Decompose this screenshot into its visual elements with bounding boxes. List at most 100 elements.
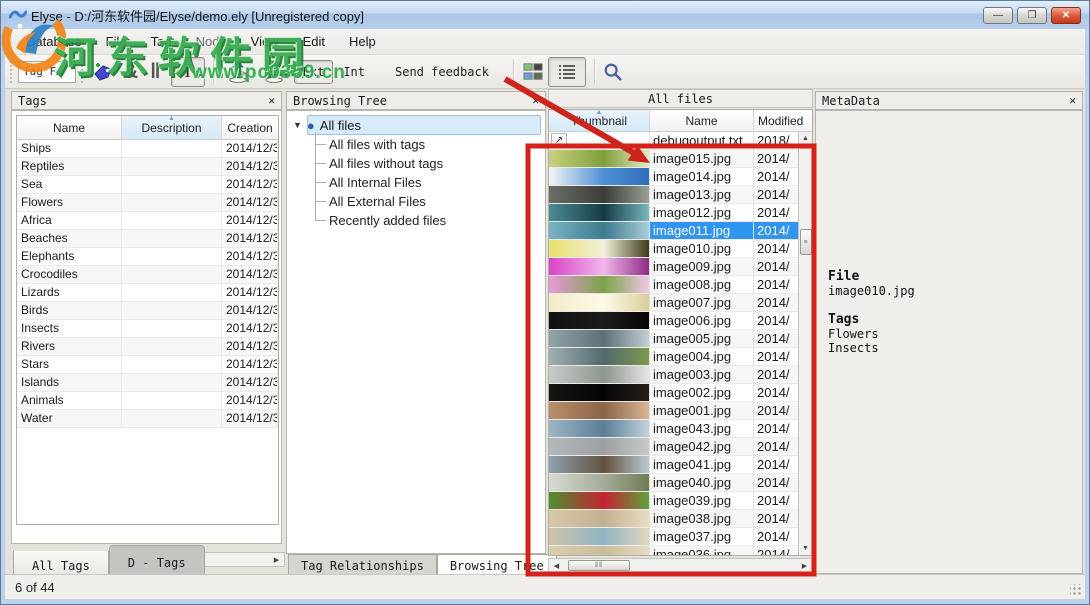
tag-row[interactable]: Rivers2014/12/3 bbox=[17, 338, 278, 356]
file-row[interactable]: image043.jpg2014/ bbox=[549, 420, 798, 438]
scrollbar-thumb[interactable]: ⦀⦀ bbox=[568, 560, 630, 571]
tree-item[interactable]: Recently added files bbox=[311, 211, 545, 230]
scroll-right-icon[interactable]: ▶ bbox=[797, 559, 812, 572]
metadata-close-icon[interactable]: ✕ bbox=[1069, 94, 1076, 107]
toolbar-grip[interactable] bbox=[80, 60, 85, 84]
tree-item[interactable]: All files without tags bbox=[311, 154, 545, 173]
file-row[interactable]: image036.jpg2014/ bbox=[549, 546, 798, 555]
file-row[interactable]: image002.jpg2014/ bbox=[549, 384, 798, 402]
tag-row[interactable]: Beaches2014/12/3 bbox=[17, 230, 278, 248]
file-row[interactable]: image008.jpg2014/ bbox=[549, 276, 798, 294]
file-row[interactable]: image007.jpg2014/ bbox=[549, 294, 798, 312]
scroll-right-icon[interactable]: ▶ bbox=[269, 553, 284, 566]
file-row[interactable]: image011.jpg2014/ bbox=[549, 222, 798, 240]
tag-row[interactable]: Stars2014/12/3 bbox=[17, 356, 278, 374]
tag-row[interactable]: Birds2014/12/3 bbox=[17, 302, 278, 320]
tag-row[interactable]: Crocodiles2014/12/3 bbox=[17, 266, 278, 284]
tag-row[interactable]: Reptiles2014/12/3 bbox=[17, 158, 278, 176]
close-button[interactable]: ✕ bbox=[1051, 7, 1081, 24]
menu-tag[interactable]: Tag bbox=[140, 31, 183, 52]
tags-column-creation[interactable]: Creation bbox=[222, 116, 278, 139]
menu-edit[interactable]: Edit bbox=[292, 31, 336, 52]
files-column-modified[interactable]: Modified bbox=[754, 110, 812, 131]
file-row[interactable]: image001.jpg2014/ bbox=[549, 402, 798, 420]
file-row[interactable]: image010.jpg2014/ bbox=[549, 240, 798, 258]
file-row[interactable]: image040.jpg2014/ bbox=[549, 474, 798, 492]
tag-row[interactable]: Animals2014/12/3 bbox=[17, 392, 278, 410]
tree-item[interactable]: All External Files bbox=[311, 192, 545, 211]
file-thumbnail bbox=[549, 240, 650, 257]
file-row[interactable]: image039.jpg2014/ bbox=[549, 492, 798, 510]
file-row[interactable]: image003.jpg2014/ bbox=[549, 366, 798, 384]
tag-description-cell bbox=[122, 230, 222, 247]
tree-item[interactable]: All files with tags bbox=[311, 135, 545, 154]
tag-row[interactable]: Islands2014/12/3 bbox=[17, 374, 278, 392]
file-row[interactable]: image014.jpg2014/ bbox=[549, 168, 798, 186]
thumbnail-image bbox=[549, 492, 649, 509]
file-name-cell: image009.jpg bbox=[650, 258, 754, 275]
menu-database[interactable]: Database bbox=[15, 31, 93, 52]
import-database-icon[interactable] bbox=[261, 60, 287, 84]
scroll-down-icon[interactable]: ▼ bbox=[798, 542, 813, 555]
send-feedback-button[interactable]: Send feedback bbox=[387, 65, 497, 79]
file-row[interactable]: image004.jpg2014/ bbox=[549, 348, 798, 366]
tag-or-icon[interactable]: ‖ bbox=[144, 60, 168, 84]
scrollbar-thumb[interactable]: ≡ bbox=[800, 229, 812, 255]
menu-node[interactable]: Node bbox=[185, 31, 238, 52]
tag-row[interactable]: Flowers2014/12/3 bbox=[17, 194, 278, 212]
tag-row[interactable]: Africa2014/12/3 bbox=[17, 212, 278, 230]
file-modified-cell: 2014/ bbox=[754, 492, 798, 509]
search-icon[interactable] bbox=[601, 62, 625, 82]
tag-row[interactable]: Water2014/12/3 bbox=[17, 410, 278, 428]
list-view-button[interactable] bbox=[548, 57, 586, 87]
files-column-thumbnail[interactable]: ▲ Thumbnail bbox=[549, 110, 650, 131]
toolbar-separator bbox=[594, 59, 595, 85]
files-vscrollbar[interactable]: ▲ ≡ ▼ bbox=[798, 132, 812, 555]
browsing-tree-close-icon[interactable]: ✕ bbox=[532, 94, 539, 107]
menu-file[interactable]: File bbox=[95, 31, 138, 52]
file-row[interactable]: image006.jpg2014/ bbox=[549, 312, 798, 330]
tags-panel-close-icon[interactable]: ✕ bbox=[268, 94, 275, 107]
file-row[interactable]: image013.jpg2014/ bbox=[549, 186, 798, 204]
tag-creation-cell: 2014/12/3 bbox=[222, 248, 278, 265]
ibeam-toggle-button[interactable]: I bbox=[171, 57, 205, 87]
thumbnail-view-icon[interactable] bbox=[520, 62, 546, 82]
scroll-up-icon[interactable]: ▲ bbox=[798, 132, 813, 145]
tree-item[interactable]: All Internal Files bbox=[311, 173, 545, 192]
resize-grip[interactable] bbox=[1070, 584, 1082, 596]
file-row[interactable]: image038.jpg2014/ bbox=[549, 510, 798, 528]
tag-row[interactable]: Ships2014/12/3 bbox=[17, 140, 278, 158]
file-row[interactable]: image042.jpg2014/ bbox=[549, 438, 798, 456]
file-row[interactable]: image037.jpg2014/ bbox=[549, 528, 798, 546]
file-row[interactable]: image012.jpg2014/ bbox=[549, 204, 798, 222]
internal-files-toggle[interactable]: Int bbox=[335, 65, 373, 79]
add-tag-icon[interactable] bbox=[92, 62, 114, 82]
scroll-left-icon[interactable]: ◀ bbox=[549, 559, 564, 572]
tag-row[interactable]: Elephants2014/12/3 bbox=[17, 248, 278, 266]
tag-filter-field[interactable]: Tag F… bbox=[18, 61, 76, 83]
file-row[interactable]: image015.jpg2014/ bbox=[549, 150, 798, 168]
file-row[interactable]: image041.jpg2014/ bbox=[549, 456, 798, 474]
tree-item-all-files[interactable]: ▼ ● All files bbox=[289, 115, 543, 135]
external-files-toggle[interactable]: Ext bbox=[294, 60, 334, 84]
export-database-icon[interactable] bbox=[225, 60, 251, 84]
file-row[interactable]: image009.jpg2014/ bbox=[549, 258, 798, 276]
minimize-button[interactable]: — bbox=[983, 7, 1013, 24]
tags-column-description[interactable]: ▲ Description bbox=[122, 116, 222, 139]
maximize-button[interactable]: ❐ bbox=[1017, 7, 1047, 24]
menu-view[interactable]: View bbox=[240, 31, 290, 52]
tag-row[interactable]: Insects2014/12/3 bbox=[17, 320, 278, 338]
file-row[interactable]: image005.jpg2014/ bbox=[549, 330, 798, 348]
toolbar-grip[interactable] bbox=[9, 60, 14, 84]
collapse-icon[interactable]: ▼ bbox=[293, 120, 302, 130]
files-column-name[interactable]: Name bbox=[650, 110, 754, 131]
files-hscrollbar[interactable]: ◀ ⦀⦀ ▶ bbox=[548, 558, 813, 573]
tag-row[interactable]: Lizards2014/12/3 bbox=[17, 284, 278, 302]
tag-and-icon[interactable]: & bbox=[117, 60, 144, 84]
tags-column-name[interactable]: Name bbox=[17, 116, 122, 139]
tag-row[interactable]: Sea2014/12/3 bbox=[17, 176, 278, 194]
title-bar[interactable]: Elyse - D:/河东软件园/Elyse/demo.ely [Unregis… bbox=[1, 1, 1089, 29]
file-row[interactable]: ↗debugoutput.txt2018/ bbox=[549, 132, 798, 150]
metadata-file-name: image010.jpg bbox=[828, 284, 915, 298]
menu-help[interactable]: Help bbox=[338, 31, 387, 52]
